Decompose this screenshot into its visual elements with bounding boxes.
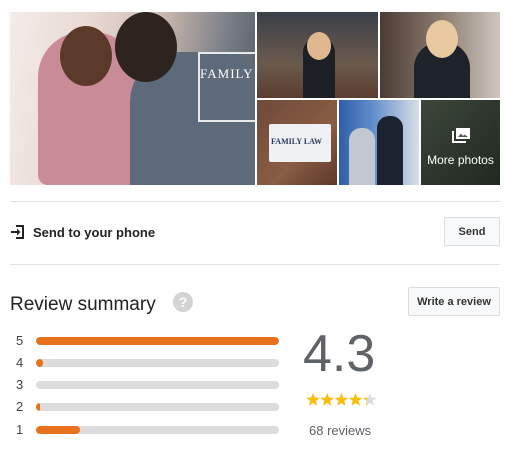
star-filled [306,393,320,406]
send-button[interactable]: Send [444,217,500,246]
window-sign-text: FAMILY [200,66,254,81]
photo-person [377,116,403,185]
star-filled [348,393,363,406]
average-rating: 4.3 [303,325,376,383]
rating-row-3: 3 [10,376,280,394]
photo-attorney-portrait[interactable] [380,12,500,98]
photo-library-icon [452,128,470,143]
review-summary-title: Review summary [10,294,156,315]
rating-row-label: 1 [16,422,24,437]
star-filled [320,393,334,406]
photo-gallery: FAMILY FAMILY LAW More photos [10,12,500,185]
divider [10,264,500,265]
rating-bar-track[interactable] [36,359,279,367]
main-photo-father-daughter[interactable]: FAMILY [10,12,255,185]
rating-row-label: 2 [16,399,24,414]
photo-person [349,128,375,185]
rating-bar-fill [36,403,40,411]
rating-bar-track[interactable] [36,337,279,345]
write-review-button[interactable]: Write a review [408,287,500,316]
photo-attorney-office[interactable] [257,12,378,98]
photo-figure-father-head [115,12,177,82]
star-rating-icon [306,393,377,406]
rating-bar-fill [36,337,279,345]
rating-row-label: 4 [16,355,24,370]
rating-bar-track[interactable] [36,381,279,389]
send-to-phone-label: Send to your phone [33,225,156,240]
rating-row-5: 5 [10,332,280,350]
divider [10,201,500,202]
rating-bar-fill [36,359,43,367]
photo-family-law-plaque[interactable]: FAMILY LAW [257,100,337,185]
rating-bar-track[interactable] [36,426,279,434]
rating-row-1: 1 [10,421,280,439]
help-icon[interactable]: ? [173,292,193,312]
send-to-phone-row: Send to your phone Send [10,217,500,247]
rating-row-4: 4 [10,354,280,372]
rating-bar-fill [36,426,80,434]
plaque-text: FAMILY LAW [271,137,323,146]
photo-figure-child-head [60,26,112,86]
photo-person-head [307,32,331,60]
more-photos-label: More photos [427,153,494,167]
star-filled [334,393,349,406]
photo-meeting[interactable] [339,100,419,185]
rating-row-label: 5 [16,333,24,348]
window-sign [198,52,255,122]
rating-row-2: 2 [10,398,280,416]
photo-person-head [426,20,458,58]
reviews-count-link[interactable]: 68 reviews [309,423,371,438]
send-to-device-icon [11,225,24,239]
rating-row-label: 3 [16,377,24,392]
rating-bar-track[interactable] [36,403,279,411]
more-photos-tile[interactable]: More photos [421,100,500,185]
